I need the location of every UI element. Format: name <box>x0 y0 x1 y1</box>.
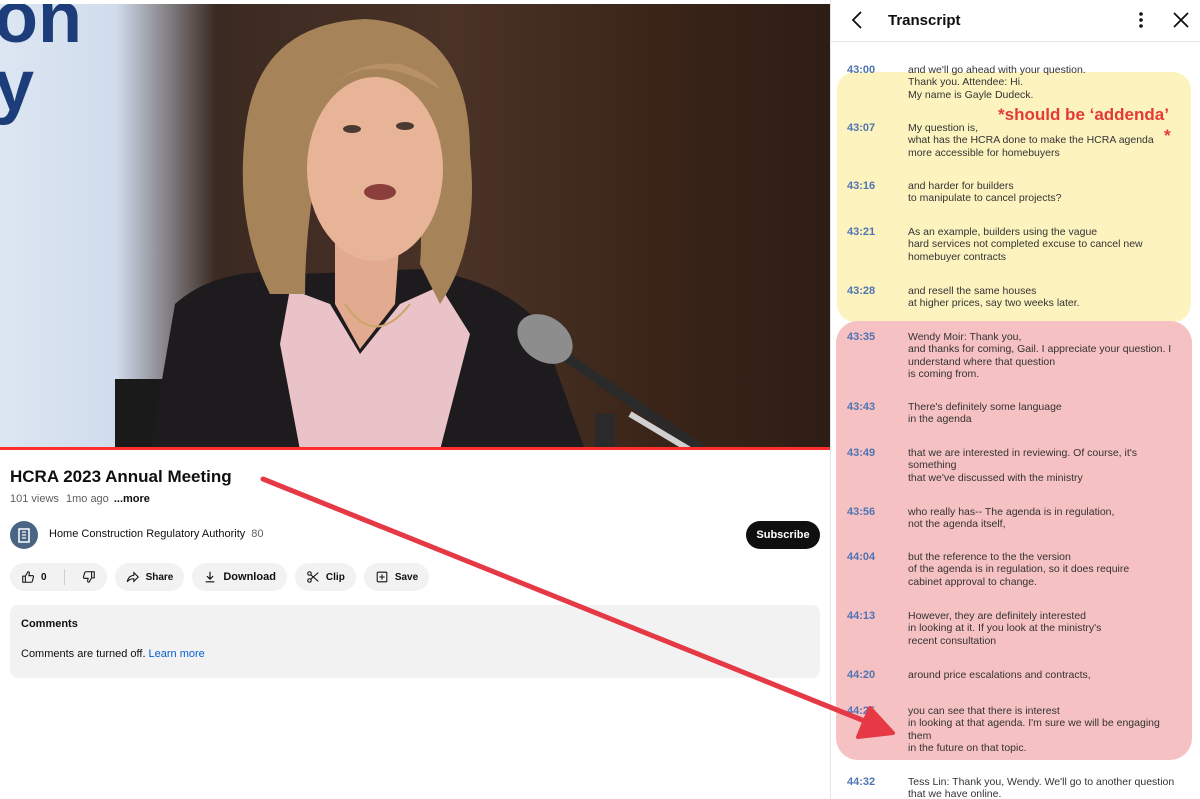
segment-text: you can see that there is interest in lo… <box>908 705 1160 755</box>
correction-asterisk: * <box>1164 126 1171 145</box>
back-chevron-icon[interactable] <box>847 9 869 31</box>
save-button[interactable]: Save <box>363 563 430 591</box>
dislike-button[interactable] <box>71 563 107 591</box>
segment-text: and harder for builders to manipulate to… <box>908 180 1062 205</box>
close-icon[interactable] <box>1171 10 1191 30</box>
subscribe-button[interactable]: Subscribe <box>746 521 820 549</box>
add-to-playlist-icon <box>376 571 388 583</box>
segment-text: but the reference to the the version of … <box>908 551 1130 588</box>
video-progress-bar[interactable] <box>0 447 830 450</box>
thumbs-up-icon <box>22 571 35 583</box>
video-meta: 101 views 1mo ago ...more <box>10 493 150 505</box>
like-dislike-group: 0 <box>10 563 107 591</box>
segment-timestamp[interactable]: 43:28 <box>847 285 875 297</box>
comments-off-text: Comments are turned off. <box>21 648 146 660</box>
building-icon <box>18 528 30 543</box>
segment-text: that we are interested in reviewing. Of … <box>908 447 1138 484</box>
segment-text: However, they are definitely interested … <box>908 610 1102 647</box>
segment-text: Tess Lin: Thank you, Wendy. We'll go to … <box>908 776 1175 799</box>
segment-timestamp[interactable]: 43:21 <box>847 226 875 238</box>
clip-button[interactable]: Clip <box>294 563 356 591</box>
segment-timestamp[interactable]: 44:04 <box>847 551 875 563</box>
segment-timestamp[interactable]: 44:25 <box>847 705 875 717</box>
transcript-title: Transcript <box>888 12 961 29</box>
comments-panel: Comments Comments are turned off. Learn m… <box>10 605 820 678</box>
channel-avatar[interactable] <box>10 521 38 549</box>
action-bar: 0 Share Download Clip Save <box>10 563 430 591</box>
segment-text: My question is, what has the HCRA done t… <box>908 122 1154 159</box>
share-button[interactable]: Share <box>114 563 185 591</box>
like-count: 0 <box>41 571 47 583</box>
thumbs-down-icon <box>82 571 95 583</box>
download-label: Download <box>223 571 276 583</box>
transcript-panel: Transcript 43:00 and we'll go ahead with … <box>830 0 1200 799</box>
save-label: Save <box>394 571 419 583</box>
segment-timestamp[interactable]: 43:49 <box>847 447 875 459</box>
video-panel: on y HCRA 2023 Annual Meeting 101 views … <box>0 0 830 799</box>
segment-text: who really has-- The agenda is in regula… <box>908 506 1115 531</box>
correction-annotation: *should be ‘addenda’ <box>998 105 1169 124</box>
segment-timestamp[interactable]: 43:35 <box>847 331 875 343</box>
upload-age: 1mo ago <box>65 493 109 505</box>
view-count: 101 views <box>10 493 59 505</box>
channel-name-text: Home Construction Regulatory Authority <box>49 528 246 540</box>
segment-timestamp[interactable]: 44:32 <box>847 776 875 788</box>
segment-timestamp[interactable]: 43:16 <box>847 180 875 192</box>
segment-timestamp[interactable]: 43:43 <box>847 401 875 413</box>
segment-timestamp[interactable]: 44:13 <box>847 610 875 622</box>
scissors-icon <box>307 571 319 583</box>
segment-timestamp[interactable]: 43:56 <box>847 506 875 518</box>
channel-name[interactable]: Home Construction Regulatory Authority 80 <box>49 528 264 540</box>
speaker-illustration <box>115 19 705 450</box>
highlight-answer <box>836 321 1192 760</box>
subscriber-count: 80 <box>251 528 264 540</box>
share-icon <box>126 571 139 583</box>
segment-timestamp[interactable]: 43:07 <box>847 122 875 134</box>
download-icon <box>205 571 215 583</box>
segment-text: As an example, builders using the vague … <box>908 226 1143 263</box>
video-title: HCRA 2023 Annual Meeting <box>10 467 232 486</box>
share-label: Share <box>145 571 174 583</box>
transcript-header: Transcript <box>831 0 1200 42</box>
like-button[interactable]: 0 <box>10 563 58 591</box>
segment-timestamp[interactable]: 43:00 <box>847 64 875 76</box>
more-link[interactable]: ...more <box>114 493 150 505</box>
like-divider <box>63 569 65 585</box>
segment-text: Wendy Moir: Thank you, and thanks for co… <box>908 331 1172 381</box>
more-options-icon[interactable] <box>1131 10 1151 30</box>
segment-text: around price escalations and contracts, <box>908 669 1091 681</box>
segment-text: There's definitely some language in the … <box>908 401 1062 426</box>
segment-timestamp[interactable]: 44:20 <box>847 669 875 681</box>
clip-label: Clip <box>325 571 345 583</box>
comments-title: Comments <box>21 618 78 630</box>
channel-row: Home Construction Regulatory Authority 80… <box>10 520 820 550</box>
segment-text: and we'll go ahead with your question. T… <box>908 64 1086 101</box>
comments-status: Comments are turned off. Learn more <box>21 648 809 660</box>
segment-text: and resell the same houses at higher pri… <box>908 285 1080 310</box>
download-button[interactable]: Download <box>192 563 287 591</box>
video-player[interactable]: on y <box>0 4 830 450</box>
learn-more-link[interactable]: Learn more <box>149 648 205 660</box>
